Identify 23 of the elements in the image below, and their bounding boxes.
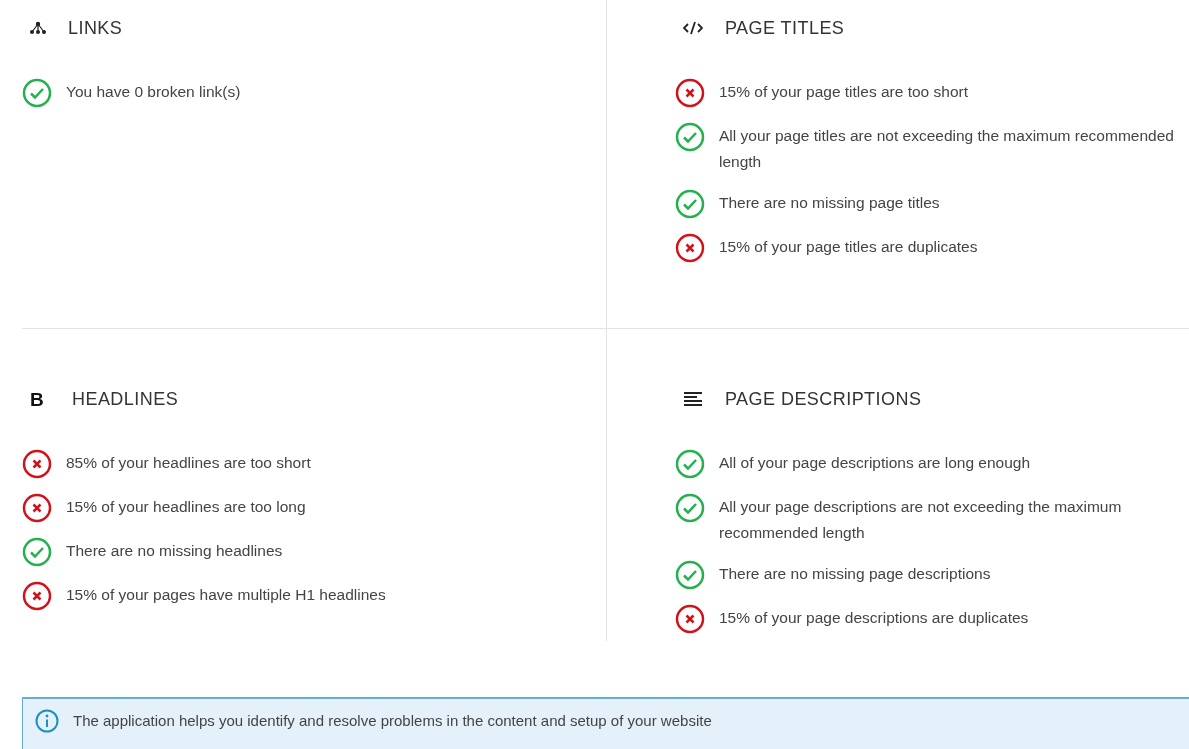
info-icon <box>35 709 59 733</box>
network-icon <box>30 21 46 35</box>
check-result: All your page titles are not exceeding the maximum recommended length <box>719 126 1175 172</box>
check-result: There are no missing headlines <box>66 541 283 561</box>
section-heading: PAGE TITLES <box>725 16 845 40</box>
check-result: 85% of your headlines are too short <box>66 453 311 473</box>
check-result: You have 0 broken link(s) <box>66 82 241 102</box>
check-result: 15% of your page titles are too short <box>719 82 968 102</box>
section-heading: HEADLINES <box>72 387 179 411</box>
check-result: 15% of your pages have multiple H1 headlines <box>66 585 386 605</box>
section-heading: PAGE DESCRIPTIONS <box>725 387 922 411</box>
check-result: 15% of your page descriptions are duplicates <box>719 608 1029 628</box>
code-icon <box>683 21 703 35</box>
info-text: The application helps you identify and resolve problems in the content and setup of your website <box>73 711 712 731</box>
check-result: There are no missing page descriptions <box>719 564 991 584</box>
section-heading: LINKS <box>68 16 123 40</box>
check-result: All your page descriptions are not exceeding the maximum recommended length <box>719 497 1123 543</box>
check-result: 15% of your page titles are duplicates <box>719 237 978 257</box>
text-lines-icon <box>683 391 703 407</box>
check-result: 15% of your headlines are too long <box>66 497 306 517</box>
check-result: All of your page descriptions are long enough <box>719 453 1031 473</box>
check-result: There are no missing page titles <box>719 193 940 213</box>
bold-icon: B <box>30 389 50 409</box>
